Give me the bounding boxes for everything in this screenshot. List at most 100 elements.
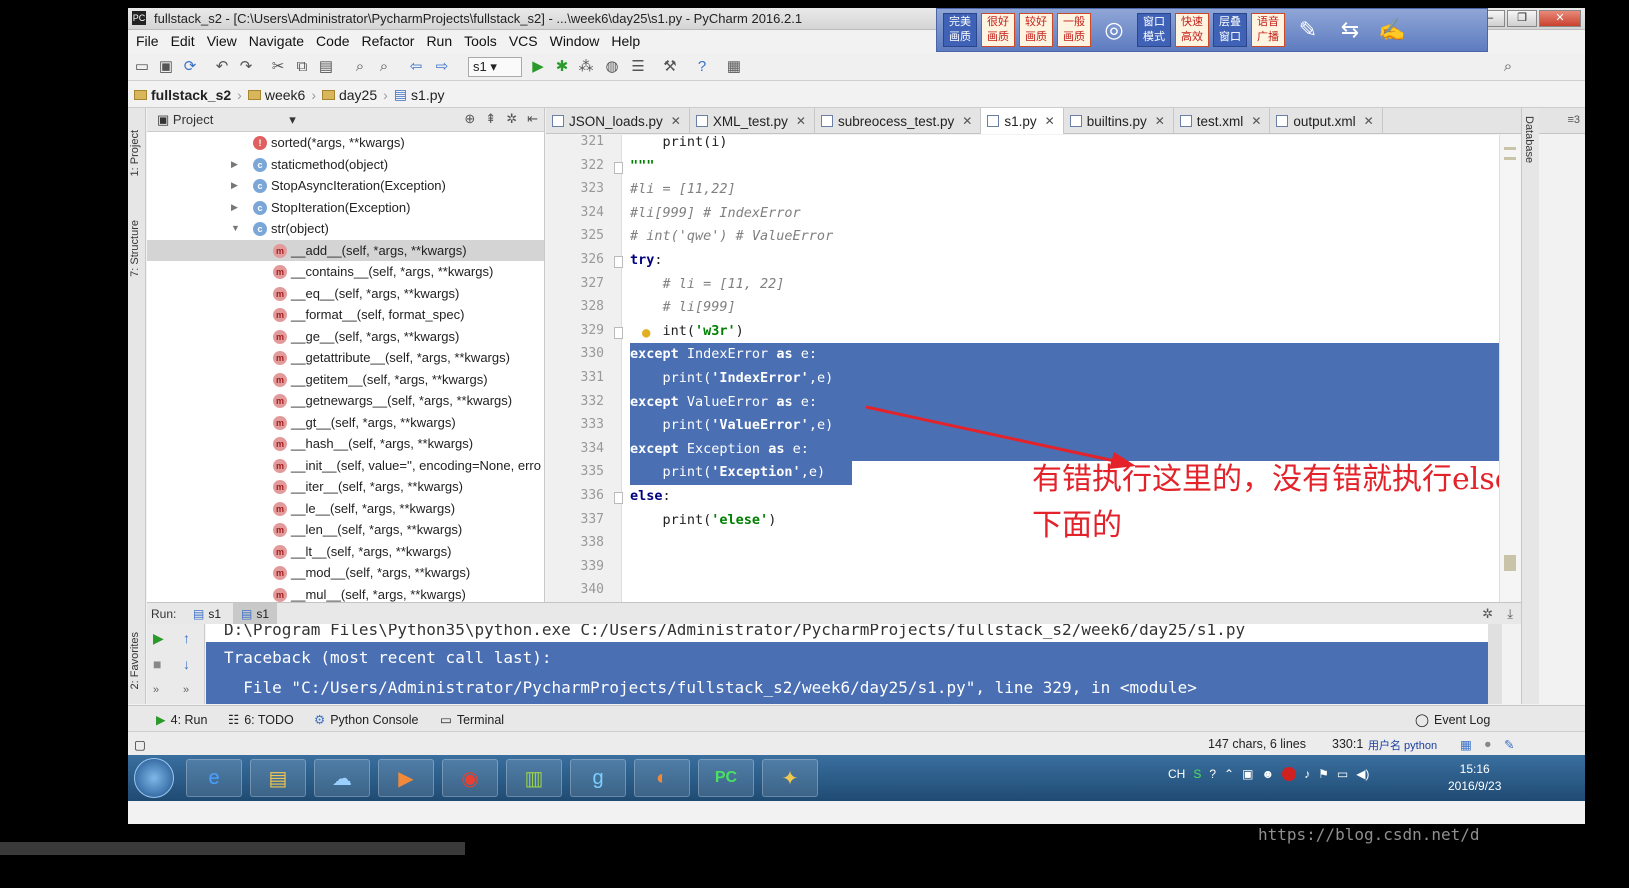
tree-row[interactable]: m __iter__(self, *args, **kwargs) bbox=[147, 476, 544, 498]
hide-panel-icon[interactable]: ⇤ bbox=[527, 111, 538, 127]
tray-qq-icon[interactable]: ☻ bbox=[1261, 767, 1274, 781]
menu-tools[interactable]: Tools bbox=[458, 30, 503, 52]
run-tool-button[interactable]: ▶ 4: Run bbox=[156, 712, 207, 728]
coverage-icon[interactable]: ⁂ bbox=[576, 57, 596, 77]
menu-help[interactable]: Help bbox=[605, 30, 646, 52]
run-tab-active[interactable]: ▤ s1 bbox=[233, 603, 278, 625]
gear-icon[interactable]: ✲ bbox=[506, 111, 517, 127]
menu-code[interactable]: Code bbox=[310, 30, 355, 52]
panel-toggle-icon[interactable]: ▢ bbox=[134, 737, 146, 752]
qq-app-icon[interactable]: g bbox=[570, 759, 626, 797]
hide-panel-icon[interactable]: ⤓ bbox=[1507, 606, 1513, 622]
cut-icon[interactable]: ✂ bbox=[268, 57, 288, 77]
save-icon[interactable]: ▣ bbox=[156, 57, 176, 77]
tree-row[interactable]: ▼ c str(object) bbox=[147, 218, 544, 240]
editor-tab[interactable]: subreocess_test.py ✕ bbox=[815, 108, 982, 134]
find-icon[interactable]: ⌕ bbox=[350, 57, 370, 77]
tree-row[interactable]: ▶ c StopAsyncIteration(Exception) bbox=[147, 175, 544, 197]
language-indicator[interactable]: CH bbox=[1168, 767, 1185, 781]
taskbar-clock[interactable]: 15:16 2016/9/23 bbox=[1448, 761, 1501, 795]
rerun-icon[interactable]: ▶ bbox=[153, 630, 164, 647]
tree-row[interactable]: m __hash__(self, *args, **kwargs) bbox=[147, 433, 544, 455]
cloud-app-icon[interactable]: ☁ bbox=[314, 759, 370, 797]
chart-app-icon[interactable]: ▥ bbox=[506, 759, 562, 797]
gear-icon[interactable]: ✲ bbox=[1482, 606, 1493, 622]
profile-icon[interactable]: ◍ bbox=[602, 57, 622, 77]
chevron-right-icon[interactable]: ▶ bbox=[231, 175, 243, 197]
project-view-select[interactable]: ▣ Project ▾ bbox=[157, 112, 296, 128]
chevron-down-icon[interactable]: ▼ bbox=[231, 218, 243, 240]
tabs-overflow-button[interactable]: ≡3 bbox=[1567, 114, 1580, 126]
tray-flag-icon[interactable]: ⚑ bbox=[1318, 767, 1329, 781]
menu-navigate[interactable]: Navigate bbox=[243, 30, 310, 52]
chrome-icon[interactable]: ◉ bbox=[442, 759, 498, 797]
open-folder-icon[interactable]: ▭ bbox=[132, 57, 152, 77]
expand-icon[interactable]: » bbox=[183, 684, 189, 696]
tree-row[interactable]: m __eq__(self, *args, **kwargs) bbox=[147, 283, 544, 305]
close-tab-icon[interactable]: ✕ bbox=[1364, 114, 1374, 128]
tree-row[interactable]: m __lt__(self, *args, **kwargs) bbox=[147, 541, 544, 563]
maximize-button[interactable]: ❐ bbox=[1507, 10, 1537, 27]
project-tool-tab[interactable]: 1: Project bbox=[129, 130, 141, 176]
caret-position[interactable]: 330:1 bbox=[1332, 737, 1363, 751]
menu-file[interactable]: File bbox=[130, 30, 165, 52]
breadcrumb-project[interactable]: fullstack_s2 bbox=[134, 87, 237, 103]
pycharm-taskbar-icon[interactable]: PC bbox=[698, 759, 754, 797]
stop-icon[interactable]: ■ bbox=[153, 656, 161, 672]
editor-tab[interactable]: s1.py ✕ bbox=[981, 108, 1064, 134]
tree-row[interactable]: m __len__(self, *args, **kwargs) bbox=[147, 519, 544, 541]
tray-s-icon[interactable]: S bbox=[1193, 767, 1201, 781]
forward-icon[interactable]: ⇨ bbox=[432, 57, 452, 77]
collapse-icon[interactable]: ⇞ bbox=[485, 111, 496, 127]
breadcrumb-file[interactable]: ▤ s1.py bbox=[394, 86, 451, 103]
office-app-icon[interactable]: ◐ bbox=[634, 759, 690, 797]
run-console[interactable]: D:\Program Files\Python35\python.exe C:/… bbox=[206, 624, 1488, 704]
start-button[interactable] bbox=[134, 758, 174, 798]
todo-tool-button[interactable]: ☷ 6: TODO bbox=[228, 712, 294, 728]
close-tab-icon[interactable]: ✕ bbox=[1045, 114, 1055, 128]
terminal-button[interactable]: ▭ Terminal bbox=[440, 712, 504, 728]
scroll-up-icon[interactable]: ↑ bbox=[183, 630, 190, 646]
menu-edit[interactable]: Edit bbox=[165, 30, 201, 52]
editor-scrollbar[interactable] bbox=[1499, 135, 1521, 602]
editor-tab[interactable]: builtins.py ✕ bbox=[1064, 108, 1174, 134]
scroll-thumb[interactable] bbox=[1504, 555, 1516, 571]
close-tab-icon[interactable]: ✕ bbox=[1155, 114, 1165, 128]
database-tool-tab[interactable]: Database bbox=[1523, 116, 1535, 163]
sdk-icon[interactable]: ▦ bbox=[724, 57, 744, 77]
breadcrumb-day25[interactable]: day25 bbox=[321, 87, 383, 103]
close-button[interactable]: ✕ bbox=[1539, 10, 1581, 27]
tray-network-icon[interactable]: ▣ bbox=[1242, 767, 1253, 781]
editor-tab[interactable]: XML_test.py ✕ bbox=[690, 108, 815, 134]
tree-row[interactable]: m __le__(self, *args, **kwargs) bbox=[147, 498, 544, 520]
search-everywhere-icon[interactable]: ⌕ bbox=[1498, 57, 1518, 77]
copy-icon[interactable]: ⧉ bbox=[292, 57, 312, 77]
explorer-icon[interactable]: ▤ bbox=[250, 759, 306, 797]
editor-tab[interactable]: output.xml ✕ bbox=[1270, 108, 1383, 134]
settings-icon[interactable]: ✎ bbox=[1504, 737, 1514, 752]
code-editor[interactable]: 321 322 323 324 325 326 327 328 329 330 331 332 333 3… bbox=[546, 135, 1499, 602]
structure-tool-tab[interactable]: 7: Structure bbox=[129, 220, 141, 277]
tree-row[interactable]: m __getnewargs__(self, *args, **kwargs) bbox=[147, 390, 544, 412]
menu-view[interactable]: View bbox=[201, 30, 243, 52]
menu-run[interactable]: Run bbox=[420, 30, 458, 52]
event-log-button[interactable]: ◯ Event Log bbox=[1415, 712, 1490, 728]
media-player-icon[interactable]: ▶ bbox=[378, 759, 434, 797]
close-tab-icon[interactable]: ✕ bbox=[1251, 114, 1261, 128]
paste-icon[interactable]: ▤ bbox=[316, 57, 336, 77]
run-tab[interactable]: ▤ s1 bbox=[185, 603, 229, 625]
tree-row[interactable]: m __contains__(self, *args, **kwargs) bbox=[147, 261, 544, 283]
tree-row[interactable]: ▶ c StopIteration(Exception) bbox=[147, 197, 544, 219]
tasks-icon[interactable]: ☰ bbox=[628, 57, 648, 77]
run-config-select[interactable]: s1 ▾ bbox=[468, 57, 522, 77]
inspector-icon[interactable]: ● bbox=[1484, 737, 1492, 751]
sync-icon[interactable]: ⟳ bbox=[180, 57, 200, 77]
settings-icon[interactable]: ⚒ bbox=[660, 57, 680, 77]
debug-icon[interactable]: ✱ bbox=[552, 57, 572, 77]
breadcrumb-week6[interactable]: week6 bbox=[247, 87, 311, 103]
locate-icon[interactable]: ⊕ bbox=[464, 111, 475, 127]
replace-icon[interactable]: ⌕ bbox=[374, 57, 394, 77]
tree-row[interactable]: ! sorted(*args, **kwargs) bbox=[147, 132, 544, 154]
tree-row[interactable]: m __format__(self, format_spec) bbox=[147, 304, 544, 326]
menu-refactor[interactable]: Refactor bbox=[356, 30, 421, 52]
